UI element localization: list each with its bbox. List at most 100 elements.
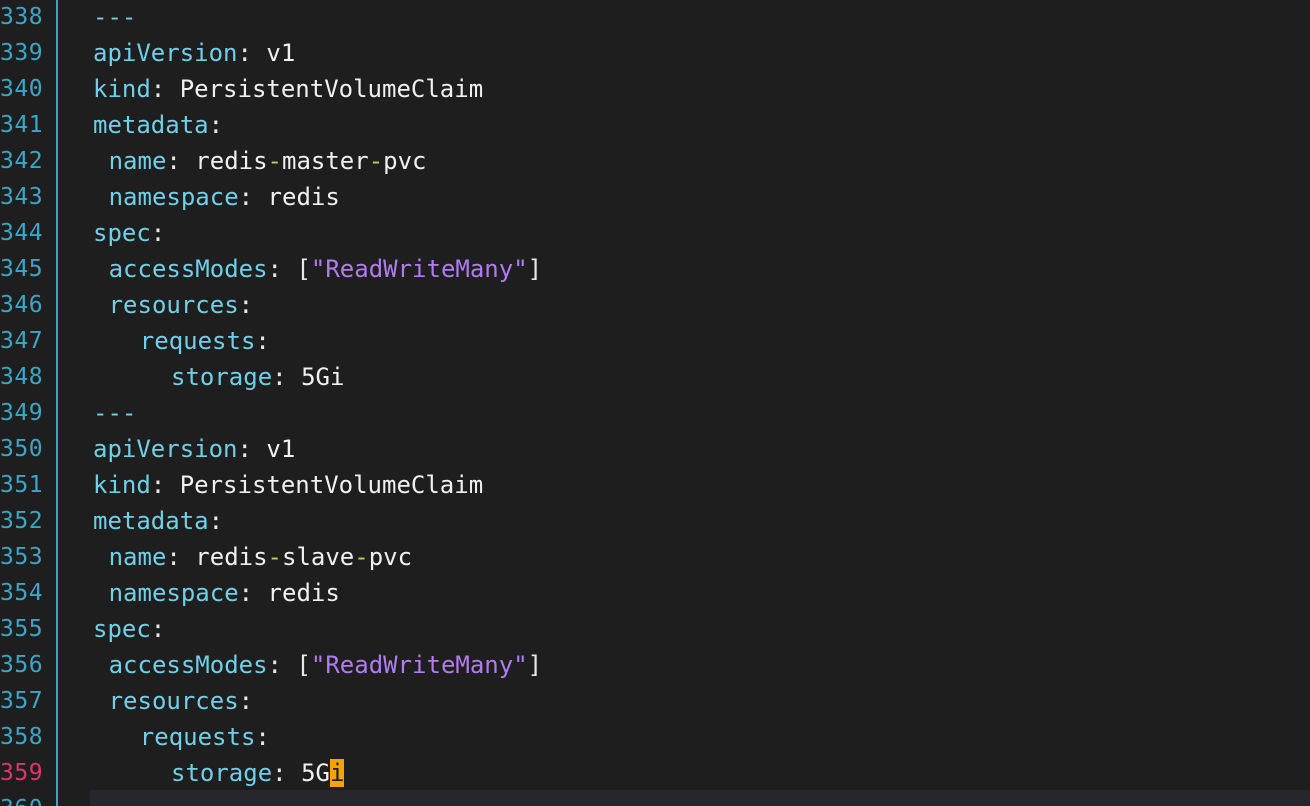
line-content[interactable]: metadata: <box>93 107 223 143</box>
line-number: 348 <box>0 364 44 390</box>
code-token: "ReadWriteMany" <box>310 255 528 283</box>
code-token: accessModes <box>108 255 268 283</box>
code-token: pvc <box>383 147 427 175</box>
code-token: : <box>208 111 224 139</box>
code-line[interactable]: 339 apiVersion: v1 <box>0 35 1310 71</box>
line-number: 359 <box>0 760 44 786</box>
line-number: 346 <box>0 292 44 318</box>
code-line[interactable]: 341 metadata: <box>0 107 1310 143</box>
line-content[interactable]: namespace: redis <box>109 575 340 611</box>
line-content[interactable]: apiVersion: v1 <box>93 35 295 71</box>
code-line[interactable]: 359 storage: 5Gi <box>0 755 1310 791</box>
code-token: : <box>238 183 268 211</box>
code-token: kind <box>93 471 151 499</box>
code-line[interactable]: 353 name: redis-slave-pvc <box>0 539 1310 575</box>
code-token: 5G <box>301 759 330 787</box>
line-number: 358 <box>0 724 44 750</box>
line-content[interactable]: requests: <box>140 719 270 755</box>
code-token: name <box>108 543 167 571</box>
code-token: slave <box>282 543 355 571</box>
code-token: : [ <box>267 651 311 679</box>
code-token: requests <box>139 723 256 751</box>
code-line[interactable]: 354 namespace: redis <box>0 575 1310 611</box>
code-token: - <box>267 543 282 571</box>
line-content[interactable]: requests: <box>140 323 270 359</box>
code-token: : <box>237 435 267 463</box>
code-line[interactable]: 349 --- <box>0 395 1310 431</box>
line-content[interactable]: accessModes: ["ReadWriteMany"] <box>109 647 543 683</box>
code-line[interactable]: 340 kind: PersistentVolumeClaim <box>0 71 1310 107</box>
line-content[interactable]: metadata: <box>93 503 223 539</box>
code-token: metadata <box>93 507 209 535</box>
code-token: storage <box>171 363 273 391</box>
line-content[interactable]: storage: 5Gi <box>171 755 345 791</box>
code-line[interactable]: 350 apiVersion: v1 <box>0 431 1310 467</box>
code-line[interactable]: 355 spec: <box>0 611 1310 647</box>
code-token: 5Gi <box>301 363 345 391</box>
code-line[interactable]: 352 metadata: <box>0 503 1310 539</box>
line-content[interactable]: namespace: redis <box>109 179 340 215</box>
code-line[interactable]: 347 requests: <box>0 323 1310 359</box>
line-number: 340 <box>0 76 44 102</box>
code-token: : <box>255 723 270 751</box>
code-token: accessModes <box>108 651 268 679</box>
line-content[interactable]: resources: <box>109 287 254 323</box>
code-token: : <box>166 543 196 571</box>
line-content[interactable]: spec: <box>93 611 165 647</box>
line-number: 356 <box>0 652 44 678</box>
line-content[interactable]: accessModes: ["ReadWriteMany"] <box>109 251 543 287</box>
code-token: - <box>354 543 369 571</box>
code-token: : [ <box>267 255 311 283</box>
code-line[interactable]: 348 storage: 5Gi <box>0 359 1310 395</box>
code-token: kind <box>93 75 151 103</box>
code-line[interactable]: 358 requests: <box>0 719 1310 755</box>
code-line[interactable]: 343 namespace: redis <box>0 179 1310 215</box>
code-editor[interactable]: 338 --- 339 apiVersion: v1 340 kind: Persiste… <box>0 0 1310 806</box>
code-token: : <box>272 363 302 391</box>
code-token: --- <box>93 3 137 31</box>
code-line[interactable]: 345 accessModes: ["ReadWriteMany"] <box>0 251 1310 287</box>
code-token: : <box>208 507 224 535</box>
line-content[interactable]: resources: <box>109 683 254 719</box>
code-token: storage <box>171 759 273 787</box>
line-number: 343 <box>0 184 44 210</box>
line-content[interactable]: --- <box>93 395 136 431</box>
code-token: redis <box>195 147 268 175</box>
code-token: --- <box>93 399 137 427</box>
line-content[interactable]: --- <box>93 0 136 35</box>
line-number: 344 <box>0 220 44 246</box>
line-number: 341 <box>0 112 44 138</box>
code-line[interactable]: 346 resources: <box>0 287 1310 323</box>
code-token: apiVersion <box>93 435 238 463</box>
code-token: - <box>368 147 384 175</box>
code-line[interactable]: 360 <box>0 791 1310 806</box>
code-token: : <box>272 759 302 787</box>
line-number: 352 <box>0 508 44 534</box>
code-token: redis <box>267 183 340 211</box>
code-token: : <box>238 579 268 607</box>
code-line[interactable]: 342 name: redis-master-pvc <box>0 143 1310 179</box>
line-content[interactable]: kind: PersistentVolumeClaim <box>93 71 483 107</box>
line-number: 345 <box>0 256 44 282</box>
line-content[interactable]: apiVersion: v1 <box>93 431 295 467</box>
line-content[interactable]: kind: PersistentVolumeClaim <box>93 467 483 503</box>
code-line[interactable]: 344 spec: <box>0 215 1310 251</box>
line-number: 349 <box>0 400 44 426</box>
code-token: : <box>150 75 180 103</box>
code-token: namespace <box>108 183 239 211</box>
line-content[interactable]: name: redis-master-pvc <box>109 143 427 179</box>
line-content[interactable]: storage: 5Gi <box>171 359 344 395</box>
code-token: : <box>255 327 270 355</box>
code-line[interactable]: 356 accessModes: ["ReadWriteMany"] <box>0 647 1310 683</box>
code-line[interactable]: 357 resources: <box>0 683 1310 719</box>
code-token: PersistentVolumeClaim <box>179 471 484 499</box>
line-number: 355 <box>0 616 44 642</box>
code-line[interactable]: 351 kind: PersistentVolumeClaim <box>0 467 1310 503</box>
code-token: resources <box>108 291 239 319</box>
line-content[interactable]: name: redis-slave-pvc <box>109 539 412 575</box>
line-content[interactable]: spec: <box>93 215 165 251</box>
code-token: - <box>267 147 282 175</box>
code-token: : <box>150 219 166 247</box>
code-line[interactable]: 338 --- <box>0 0 1310 35</box>
line-number: 353 <box>0 544 44 570</box>
